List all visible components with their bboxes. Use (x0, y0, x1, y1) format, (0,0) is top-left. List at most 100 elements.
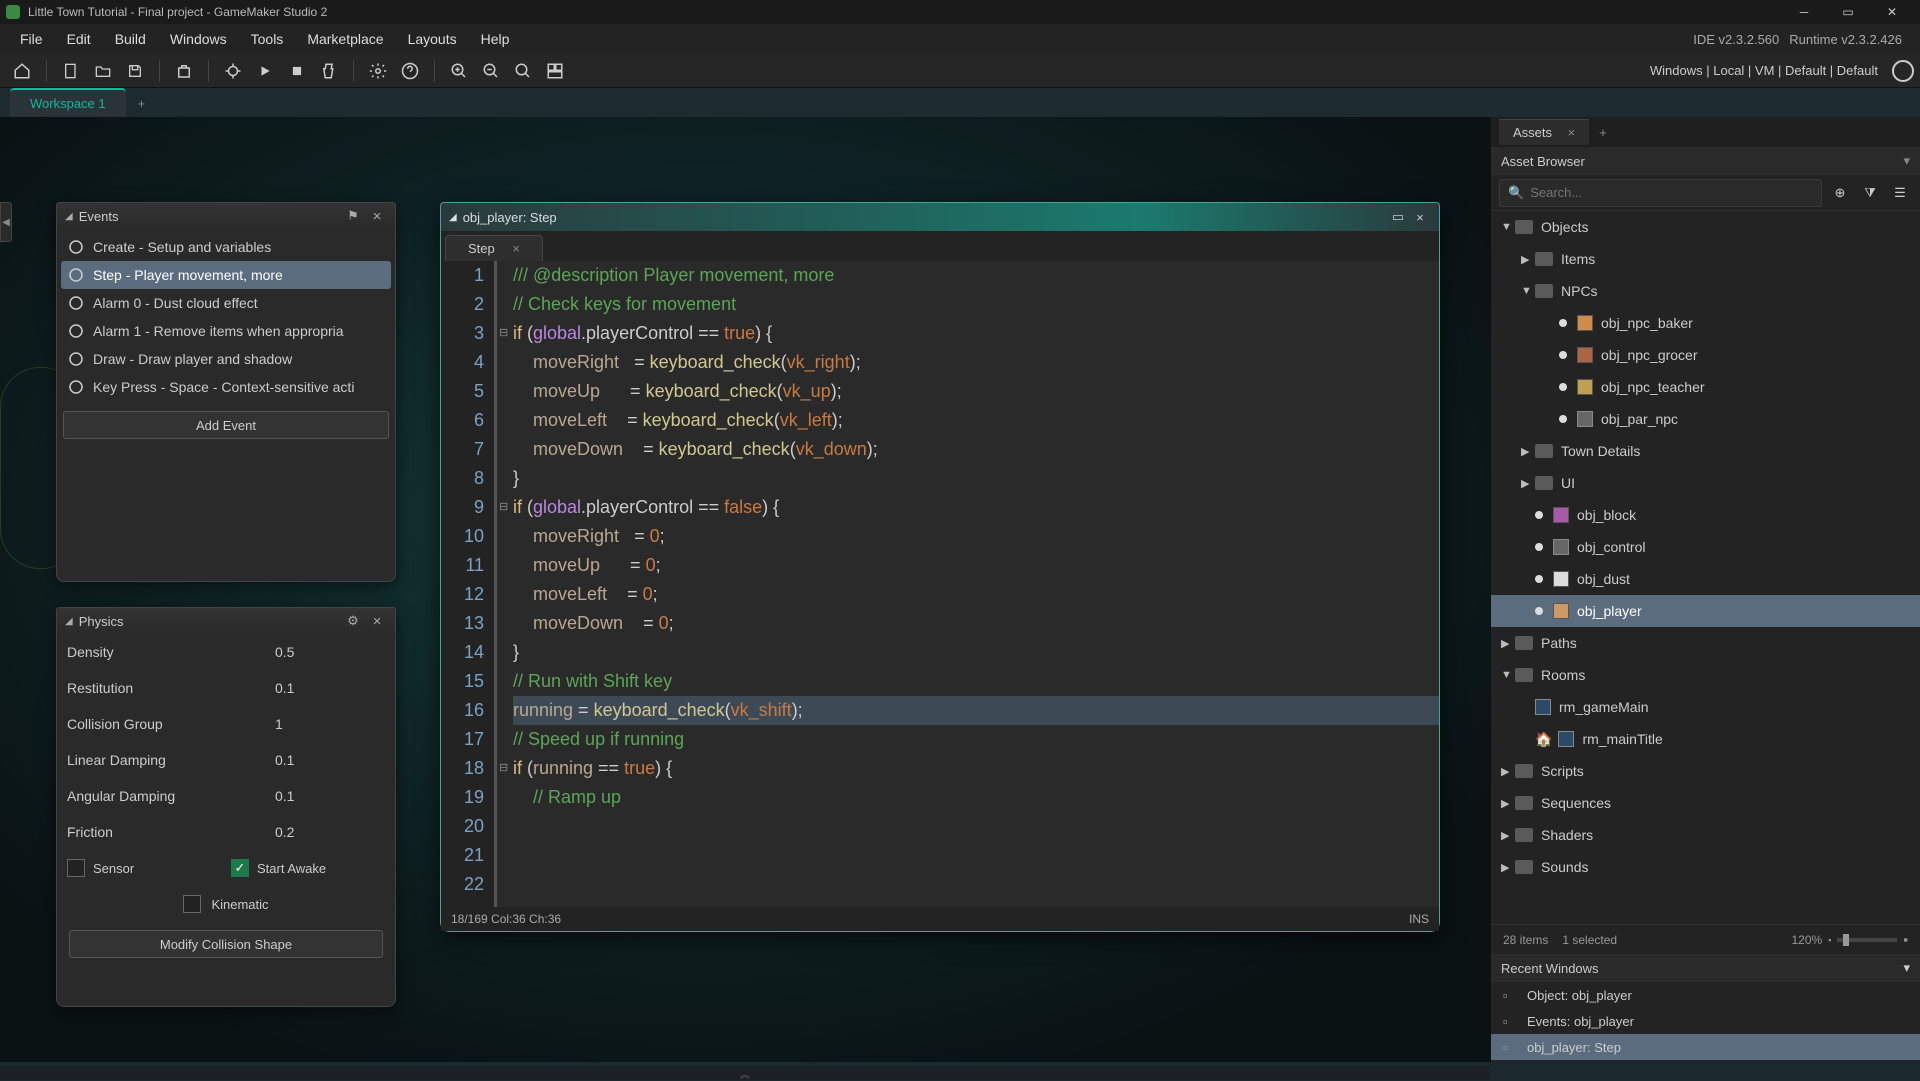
tree-row[interactable]: obj_npc_teacher (1491, 371, 1920, 403)
add-asset-icon[interactable]: ⊕ (1828, 181, 1852, 205)
assets-tab-close-icon[interactable]: × (1568, 125, 1576, 140)
tree-row[interactable]: ▼Objects (1491, 211, 1920, 243)
debug-icon[interactable] (219, 57, 247, 85)
package-icon[interactable] (170, 57, 198, 85)
tree-row[interactable]: ▼NPCs (1491, 275, 1920, 307)
open-icon[interactable] (89, 57, 117, 85)
event-row[interactable]: Alarm 1 - Remove items when appropria (61, 317, 391, 345)
event-row[interactable]: Step - Player movement, more (61, 261, 391, 289)
physics-value[interactable]: 0.1 (275, 752, 385, 768)
event-row[interactable]: Key Press - Space - Context-sensitive ac… (61, 373, 391, 401)
zoom-out-icon[interactable] (477, 57, 505, 85)
physics-value[interactable]: 1 (275, 716, 385, 732)
code-tab[interactable]: Step × (445, 235, 543, 261)
tree-row[interactable]: ▶Paths (1491, 627, 1920, 659)
code-restore-icon[interactable]: ▭ (1387, 206, 1409, 228)
tree-row[interactable]: obj_npc_baker (1491, 307, 1920, 339)
docking-icon[interactable] (541, 57, 569, 85)
tree-arrow-icon[interactable]: ▶ (1501, 797, 1515, 810)
events-flag-icon[interactable]: ⚑ (343, 206, 363, 226)
recent-window-row[interactable]: ▫Events: obj_player (1491, 1008, 1920, 1034)
tree-row[interactable]: ▶Sequences (1491, 787, 1920, 819)
settings-icon[interactable] (364, 57, 392, 85)
tree-row[interactable]: ▶Items (1491, 243, 1920, 275)
tree-arrow-icon[interactable]: ▶ (1501, 829, 1515, 842)
zoom-slider[interactable] (1837, 938, 1897, 942)
search-input[interactable] (1530, 185, 1813, 200)
tree-arrow-icon[interactable]: ▶ (1521, 253, 1535, 266)
minimize-button[interactable]: ─ (1782, 0, 1826, 24)
target-icon[interactable] (1892, 60, 1914, 82)
asset-browser-header[interactable]: Asset Browser ▾ (1491, 147, 1920, 175)
tree-arrow-icon[interactable]: ▶ (1521, 445, 1535, 458)
recent-windows-header[interactable]: Recent Windows ▾ (1491, 954, 1920, 982)
zoom-in-icon[interactable] (445, 57, 473, 85)
physics-value[interactable]: 0.1 (275, 680, 385, 696)
event-row[interactable]: Alarm 0 - Dust cloud effect (61, 289, 391, 317)
collapse-arrow-icon[interactable]: ◢ (65, 616, 73, 627)
zoom-max-icon[interactable]: ▪ (1903, 932, 1908, 947)
tree-arrow-icon[interactable]: ▶ (1501, 765, 1515, 778)
search-box[interactable]: 🔍 (1499, 179, 1822, 207)
recent-window-row[interactable]: ▫obj_player: Step (1491, 1034, 1920, 1060)
menu-marketplace[interactable]: Marketplace (295, 27, 395, 51)
tree-row[interactable]: 🏠rm_mainTitle (1491, 723, 1920, 755)
tree-row[interactable]: obj_player (1491, 595, 1920, 627)
tree-row[interactable]: rm_gameMain (1491, 691, 1920, 723)
tree-row[interactable]: ▼Rooms (1491, 659, 1920, 691)
workspace-add[interactable]: + (126, 90, 158, 117)
home-icon[interactable] (8, 57, 36, 85)
tree-row[interactable]: obj_npc_grocer (1491, 339, 1920, 371)
start-awake-checkbox[interactable]: ✓ (231, 859, 249, 877)
assets-tab-add[interactable]: + (1589, 120, 1617, 145)
add-event-button[interactable]: Add Event (63, 411, 389, 439)
zoom-min-icon[interactable]: ▪ (1828, 935, 1831, 945)
physics-value[interactable]: 0.1 (275, 788, 385, 804)
zoom-reset-icon[interactable] (509, 57, 537, 85)
assets-tab[interactable]: Assets × (1499, 119, 1589, 145)
physics-value[interactable]: 0.5 (275, 644, 385, 660)
tree-row[interactable]: ▶UI (1491, 467, 1920, 499)
physics-close-icon[interactable]: × (367, 611, 387, 631)
tree-row[interactable]: obj_dust (1491, 563, 1920, 595)
tree-arrow-icon[interactable]: ▶ (1501, 861, 1515, 874)
menu-help[interactable]: Help (469, 27, 522, 51)
tree-arrow-icon[interactable]: ▶ (1501, 637, 1515, 650)
tree-row[interactable]: ▶Sounds (1491, 851, 1920, 883)
menu-tools[interactable]: Tools (239, 27, 296, 51)
bottom-dock-handle[interactable]: ︽ (0, 1066, 1490, 1080)
tree-row[interactable]: obj_control (1491, 531, 1920, 563)
new-icon[interactable] (57, 57, 85, 85)
asset-tree[interactable]: ▼Objects▶Items▼NPCsobj_npc_bakerobj_npc_… (1491, 211, 1920, 924)
close-button[interactable]: ✕ (1870, 0, 1914, 24)
physics-gear-icon[interactable]: ⚙ (343, 611, 363, 631)
menu-build[interactable]: Build (103, 27, 158, 51)
tree-arrow-icon[interactable]: ▶ (1521, 477, 1535, 490)
code-tab-close-icon[interactable]: × (512, 241, 520, 256)
menu-file[interactable]: File (8, 27, 55, 51)
tree-row[interactable]: obj_par_npc (1491, 403, 1920, 435)
code-close-icon[interactable]: × (1409, 206, 1431, 228)
workspace-stage[interactable]: ◀ ◢ Events ⚑ × Create - Setup and variab… (0, 117, 1490, 1062)
filter-icon[interactable]: ⧩ (1858, 181, 1882, 205)
target-text[interactable]: Windows | Local | VM | Default | Default (1650, 63, 1884, 78)
tree-row[interactable]: ▶Scripts (1491, 755, 1920, 787)
menu-windows[interactable]: Windows (158, 27, 239, 51)
menu-layouts[interactable]: Layouts (396, 27, 469, 51)
menu-edit[interactable]: Edit (55, 27, 103, 51)
tree-row[interactable]: ▶Shaders (1491, 819, 1920, 851)
dropdown-icon[interactable]: ▾ (1903, 153, 1910, 169)
tree-arrow-icon[interactable]: ▼ (1521, 285, 1535, 297)
tree-row[interactable]: obj_block (1491, 499, 1920, 531)
recent-window-row[interactable]: ▫Object: obj_player (1491, 982, 1920, 1008)
tree-row[interactable]: ▶Town Details (1491, 435, 1920, 467)
play-icon[interactable] (251, 57, 279, 85)
collapse-arrow-icon[interactable]: ◢ (449, 212, 457, 223)
collapsed-panel-handle[interactable]: ◀ (0, 202, 12, 242)
code-text[interactable]: /// @description Player movement, more//… (497, 261, 1439, 907)
events-close-icon[interactable]: × (367, 206, 387, 226)
help-icon[interactable] (396, 57, 424, 85)
physics-value[interactable]: 0.2 (275, 824, 385, 840)
kinematic-checkbox[interactable] (183, 895, 201, 913)
workspace-tab[interactable]: Workspace 1 (10, 88, 126, 117)
